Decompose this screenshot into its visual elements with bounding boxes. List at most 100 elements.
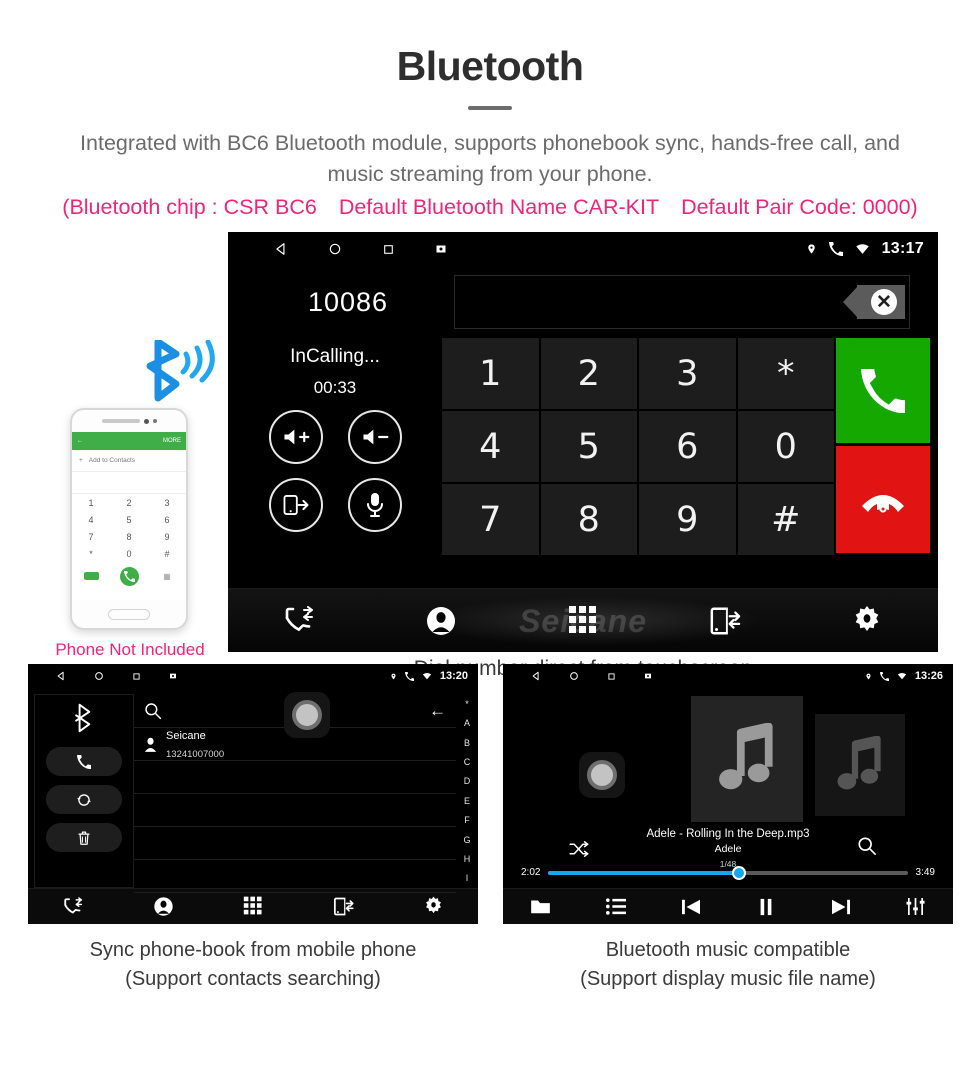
- phone-icon: [77, 754, 91, 769]
- alpha-index-item[interactable]: G: [463, 835, 470, 845]
- progress-knob[interactable]: [731, 865, 746, 880]
- backspace-icon[interactable]: ✕: [843, 285, 905, 320]
- call-state-label: InCalling...: [290, 346, 380, 368]
- alpha-index-item[interactable]: F: [464, 815, 470, 825]
- gear-icon: [425, 896, 441, 914]
- music-search-button[interactable]: [857, 836, 877, 861]
- album-art-next[interactable]: [815, 714, 905, 817]
- touch-indicator: [579, 752, 625, 799]
- handset-key: 3: [164, 497, 170, 508]
- back-icon[interactable]: [531, 671, 541, 681]
- folder-icon: [531, 900, 550, 914]
- alpha-index[interactable]: * A B C D E F G H I: [456, 694, 478, 888]
- nav-pause[interactable]: [728, 898, 803, 916]
- videocall-icon: [83, 572, 99, 581]
- keypad-key[interactable]: 5: [540, 411, 637, 483]
- call-duration: 00:33: [313, 378, 357, 398]
- alpha-index-item[interactable]: *: [465, 699, 469, 709]
- keypad-key[interactable]: #: [737, 484, 834, 556]
- album-art-current[interactable]: [691, 696, 803, 823]
- keypad-key[interactable]: 1: [442, 338, 539, 410]
- answer-call-button[interactable]: [836, 338, 930, 444]
- handset-key: 9: [164, 531, 170, 542]
- nav-settings[interactable]: [388, 896, 478, 917]
- wifi-icon: [855, 243, 869, 254]
- music-navbar: [503, 888, 953, 925]
- phone-status-icon: [828, 242, 843, 257]
- phonebook-sync-button[interactable]: [46, 785, 122, 815]
- handset-home-area: [72, 600, 186, 628]
- alpha-index-item[interactable]: A: [464, 718, 470, 728]
- dialer-screen: 13:17 10086 ✕ InCalling... 00:33 1 2 3 *…: [228, 232, 938, 653]
- handset-key: 4: [88, 514, 94, 525]
- nav-equalizer[interactable]: [878, 897, 953, 916]
- phonebook-caption-line2: (Support contacts searching): [125, 968, 381, 991]
- spec-line: (Bluetooth chip : CSR BC6 Default Bluetoo…: [0, 195, 980, 220]
- nav-next[interactable]: [803, 898, 878, 916]
- recents-icon[interactable]: [382, 243, 395, 256]
- alpha-index-item[interactable]: I: [466, 873, 469, 883]
- volume-up-button[interactable]: [268, 410, 323, 465]
- list-item[interactable]: [134, 860, 456, 894]
- alpha-index-item[interactable]: B: [464, 738, 470, 748]
- keypad-key[interactable]: 4: [442, 411, 539, 483]
- nav-call-log[interactable]: [228, 605, 370, 636]
- keypad-key[interactable]: 7: [442, 484, 539, 556]
- nav-previous[interactable]: [653, 898, 728, 916]
- next-icon: [831, 899, 850, 914]
- handset-number-row: [72, 472, 186, 495]
- phonebook-call-button[interactable]: [46, 747, 122, 777]
- keypad-key[interactable]: 0: [737, 411, 834, 483]
- home-icon[interactable]: [569, 671, 579, 681]
- nav-contacts[interactable]: [370, 605, 512, 637]
- list-item[interactable]: [134, 761, 456, 795]
- shuffle-button[interactable]: [569, 841, 589, 862]
- transfer-to-phone-button[interactable]: [268, 478, 323, 533]
- nav-playlist[interactable]: [578, 898, 653, 915]
- phonebook-delete-button[interactable]: [46, 823, 122, 853]
- nav-phone-transfer[interactable]: [654, 605, 796, 637]
- add-contacts-label: Add to Contacts: [88, 457, 136, 465]
- recents-icon[interactable]: [607, 672, 616, 681]
- keypad-key[interactable]: 3: [639, 338, 736, 410]
- keypad-grid-icon: [569, 605, 596, 633]
- pause-icon: [760, 898, 771, 915]
- nav-call-log[interactable]: [28, 896, 118, 917]
- home-icon[interactable]: [94, 671, 104, 681]
- phonebook-caption-line1: Sync phone-book from mobile phone: [89, 939, 417, 962]
- number-input-field[interactable]: ✕: [454, 275, 910, 330]
- keypad-key[interactable]: 9: [639, 484, 736, 556]
- end-call-button[interactable]: [836, 446, 930, 554]
- progress-slider[interactable]: [548, 865, 908, 880]
- keypad-key[interactable]: 8: [540, 484, 637, 556]
- handset-key: 5: [126, 514, 132, 525]
- alpha-index-item[interactable]: C: [464, 757, 471, 767]
- nav-keypad[interactable]: [512, 605, 654, 637]
- mute-microphone-button[interactable]: [347, 478, 402, 533]
- alpha-index-item[interactable]: D: [464, 776, 471, 786]
- back-icon[interactable]: [274, 242, 288, 256]
- total-duration: 3:49: [915, 867, 935, 879]
- nav-keypad[interactable]: [208, 896, 298, 917]
- keypad-key[interactable]: 2: [540, 338, 637, 410]
- home-icon[interactable]: [328, 242, 342, 256]
- screenshot-icon[interactable]: [169, 672, 177, 680]
- back-icon[interactable]: [56, 671, 66, 681]
- screenshot-icon[interactable]: [644, 672, 652, 680]
- nav-folder[interactable]: [503, 898, 578, 915]
- alpha-index-item[interactable]: H: [464, 854, 471, 864]
- nav-settings[interactable]: [796, 605, 938, 637]
- alpha-index-item[interactable]: E: [464, 796, 470, 806]
- recents-icon[interactable]: [132, 672, 141, 681]
- call-log-icon: [64, 896, 83, 914]
- nav-contacts[interactable]: [118, 896, 208, 917]
- keypad-key[interactable]: 6: [639, 411, 736, 483]
- nav-phone-transfer[interactable]: [298, 896, 388, 917]
- list-item[interactable]: [134, 827, 456, 861]
- screenshot-icon[interactable]: [435, 243, 447, 255]
- keypad-key[interactable]: *: [737, 338, 834, 410]
- phonebook-list: ← Seicane 13241007000: [134, 692, 456, 894]
- phonebook-back-button[interactable]: ←: [429, 701, 446, 721]
- list-item[interactable]: [134, 794, 456, 828]
- volume-down-button[interactable]: [347, 410, 402, 465]
